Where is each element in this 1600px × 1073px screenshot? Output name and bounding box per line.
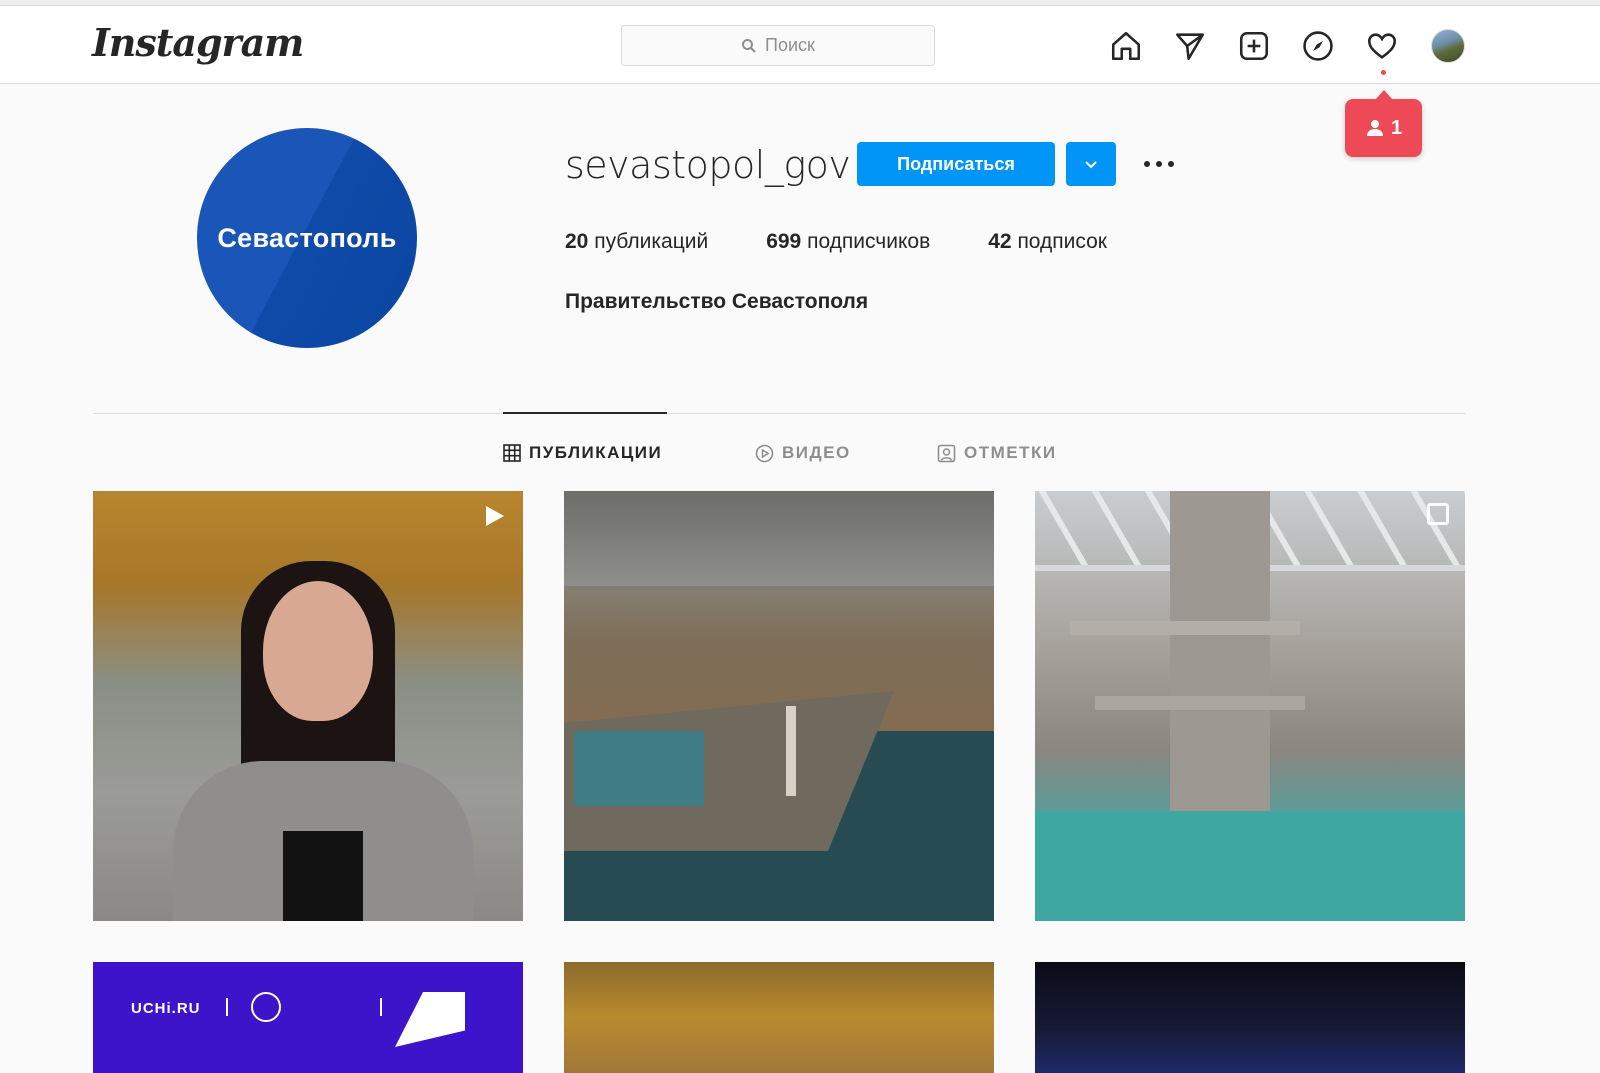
profile-full-name: Правительство Севастополя [565, 290, 869, 313]
following-count: 42 [988, 230, 1012, 253]
activity-heart-icon[interactable] [1364, 28, 1400, 64]
posts-count: 20 [565, 230, 589, 253]
top-navigation-bar: Instagram Поиск [0, 6, 1600, 84]
posts-stat: 20 публикаций [565, 230, 708, 254]
post-thumbnail-4[interactable]: UCHi.RU [93, 962, 523, 1073]
search-input[interactable]: Поиск [621, 25, 935, 66]
olympiad-logo-icon [251, 992, 281, 1022]
post-thumbnail-1[interactable] [93, 491, 523, 921]
explore-icon[interactable] [1300, 28, 1336, 64]
follower-icon [1366, 120, 1383, 136]
tab-video[interactable]: ВИДЕО [755, 443, 851, 463]
active-tab-indicator [503, 412, 667, 414]
tab-posts[interactable]: ПУБЛИКАЦИИ [503, 443, 662, 463]
tab-tagged-label: ОТМЕТКИ [964, 443, 1057, 462]
notification-bubble[interactable]: 1 [1345, 90, 1422, 157]
grid-icon [503, 444, 521, 462]
more-options-button[interactable] [1142, 150, 1176, 178]
profile-username: sevastopol_gov [565, 143, 851, 187]
tabs-divider [93, 413, 1465, 414]
tagged-icon [937, 444, 956, 462]
instagram-logo[interactable]: Instagram [92, 20, 304, 65]
uchi-brand-text: UCHi.RU [131, 1000, 201, 1017]
profile-avatar[interactable] [1431, 29, 1465, 63]
posts-label: публикаций [594, 230, 709, 253]
followers-label: подписчиков [807, 230, 931, 253]
post-thumbnail-6[interactable] [1035, 962, 1465, 1073]
direct-icon[interactable] [1172, 28, 1208, 64]
video-icon [755, 444, 774, 462]
suggestions-dropdown-button[interactable] [1066, 142, 1116, 186]
notification-dot [1381, 70, 1386, 75]
profile-stats: 20 публикаций 699 подписчиков 42 подписо… [565, 230, 1107, 254]
new-post-icon[interactable] [1236, 28, 1272, 64]
notification-count: 1 [1390, 116, 1403, 139]
profile-picture[interactable]: Севастополь [197, 128, 417, 348]
follow-button[interactable]: Подписаться [857, 142, 1055, 186]
carousel-icon [1427, 503, 1449, 525]
post-thumbnail-3[interactable] [1035, 491, 1465, 921]
post-thumbnail-5[interactable] [564, 962, 994, 1073]
tab-video-label: ВИДЕО [782, 443, 851, 462]
tab-tagged[interactable]: ОТМЕТКИ [937, 443, 1057, 463]
post-thumbnail-2[interactable] [564, 491, 994, 921]
followers-stat[interactable]: 699 подписчиков [766, 230, 930, 254]
following-label: подписок [1017, 230, 1107, 253]
national-projects-logo-icon [395, 992, 465, 1047]
post-image-person [173, 531, 473, 921]
profile-picture-text: Севастополь [217, 222, 397, 253]
home-icon[interactable] [1108, 28, 1144, 64]
search-icon [742, 38, 756, 53]
following-stat[interactable]: 42 подписок [988, 230, 1107, 254]
search-placeholder: Поиск [765, 35, 815, 55]
video-play-icon [486, 506, 504, 526]
tab-posts-label: ПУБЛИКАЦИИ [529, 443, 663, 462]
chevron-down-icon [1085, 161, 1097, 169]
followers-count: 699 [766, 230, 802, 253]
